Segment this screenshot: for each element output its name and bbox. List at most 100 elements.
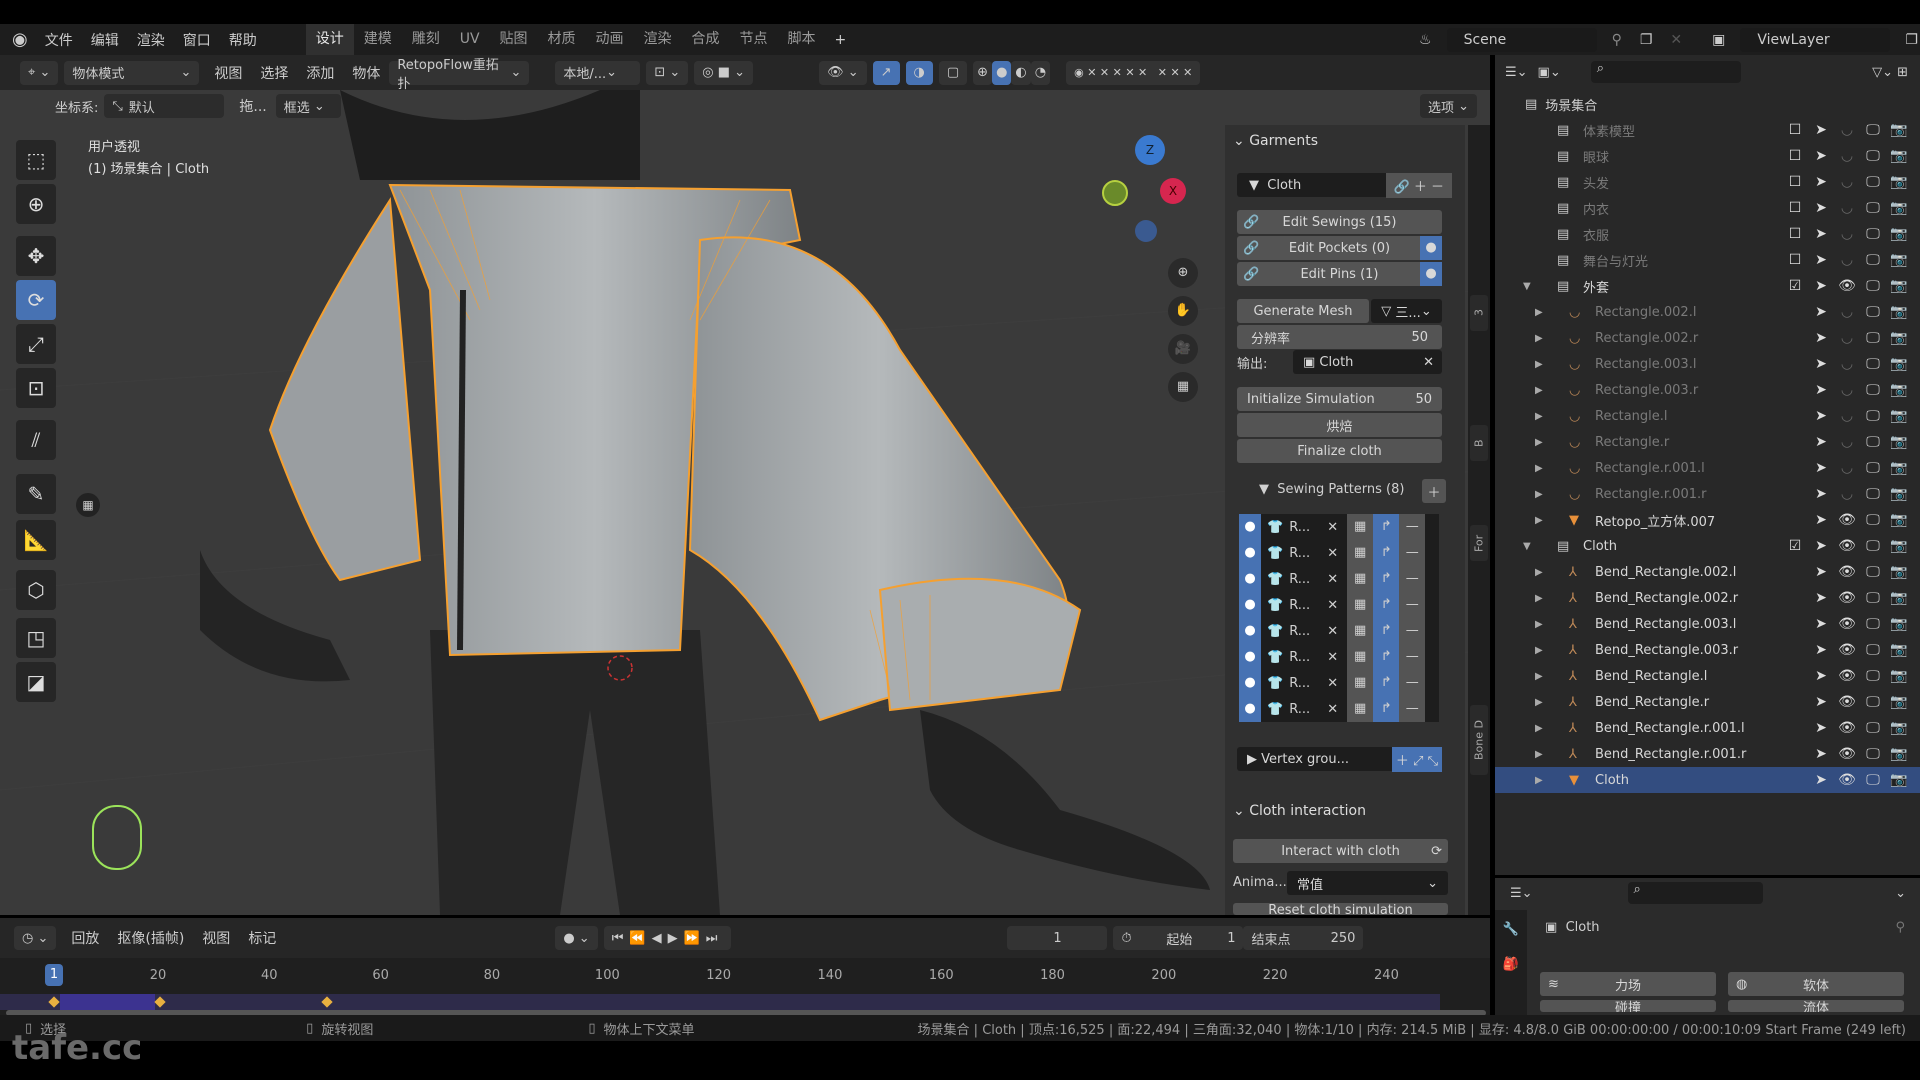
fluid-button[interactable]: 流体 xyxy=(1728,1000,1904,1012)
sewing-pattern-row[interactable]: ● 👕 R... ✕ ▦ ↱ — xyxy=(1239,670,1439,696)
select-arrow-icon[interactable]: ➤ xyxy=(1812,616,1830,632)
axis-z-icon[interactable]: Z xyxy=(1135,135,1165,165)
monitor-icon[interactable]: 🖵 xyxy=(1864,356,1882,372)
force-field-button[interactable]: ≋ 力场 xyxy=(1540,972,1716,996)
camera-icon[interactable]: 📷 xyxy=(1890,174,1908,190)
eye-icon[interactable]: 👁 xyxy=(1838,538,1856,554)
start-frame-field[interactable]: ⏱ 起始 1 xyxy=(1113,926,1244,950)
eye-icon[interactable]: ◡ xyxy=(1838,252,1856,268)
expand-arrow-icon[interactable]: ▶ xyxy=(1535,749,1543,760)
select-box-icon[interactable]: ⬚ xyxy=(16,140,56,180)
add-cube-icon[interactable]: ⬡ xyxy=(16,570,56,610)
record-button[interactable]: ● ⌄ xyxy=(555,926,598,950)
visibility-toggle-icon[interactable]: ● xyxy=(1239,644,1261,670)
eye-icon[interactable]: 👁 xyxy=(1838,746,1856,762)
pivot-dropdown[interactable]: 本地/... ⌄ xyxy=(555,60,641,85)
visibility-toggle-icon[interactable]: ● xyxy=(1239,540,1261,566)
curve-icon[interactable]: ↱ xyxy=(1373,566,1400,592)
monitor-icon[interactable]: 🖵 xyxy=(1864,512,1882,528)
outliner-item[interactable]: ▶ ◡ Rectangle.003.l ➤ ◡ 🖵 📷 xyxy=(1495,351,1920,377)
eye-icon[interactable]: 👁 xyxy=(1838,564,1856,580)
camera-icon[interactable]: 📷 xyxy=(1890,122,1908,138)
playhead[interactable]: 1 xyxy=(45,964,63,986)
camera-icon[interactable]: 📷 xyxy=(1890,512,1908,528)
overlay-button[interactable]: ◑ xyxy=(905,60,933,85)
monitor-icon[interactable]: 🖵 xyxy=(1864,668,1882,684)
mesh-grid-icon[interactable]: ▦ xyxy=(1347,618,1374,644)
remove-icon[interactable]: ✕ xyxy=(1327,520,1347,535)
expand-arrow-icon[interactable]: ▶ xyxy=(1535,723,1543,734)
outliner-item[interactable]: ▶ ⅄ Bend_Rectangle.002.l ➤ 👁 🖵 📷 xyxy=(1495,559,1920,585)
checkbox-icon[interactable]: ☑ xyxy=(1786,278,1804,294)
eye-icon[interactable]: ◡ xyxy=(1838,486,1856,502)
scale-icon[interactable]: ⤢ xyxy=(16,324,56,364)
camera-icon[interactable]: 📷 xyxy=(1890,304,1908,320)
sewing-pattern-row[interactable]: ● 👕 R... ✕ ▦ ↱ — xyxy=(1239,514,1439,540)
camera-icon[interactable]: 📷 xyxy=(1890,226,1908,242)
camera-icon[interactable]: 📷 xyxy=(1890,382,1908,398)
monitor-icon[interactable]: 🖵 xyxy=(1864,434,1882,450)
outliner-item[interactable]: ▤ 衣服 ☐ ➤ ◡ 🖵 📷 xyxy=(1495,221,1920,247)
visibility-toggle-icon[interactable]: ● xyxy=(1239,592,1261,618)
eye-icon[interactable]: 👁 xyxy=(1838,668,1856,684)
eye-icon[interactable]: 👁 xyxy=(1838,694,1856,710)
eye-icon[interactable]: ◡ xyxy=(1838,174,1856,190)
edit-pockets-button[interactable]: 🔗 Edit Pockets (0) ● xyxy=(1237,236,1442,260)
eye-icon[interactable]: ◡ xyxy=(1838,356,1856,372)
select-arrow-icon[interactable]: ➤ xyxy=(1812,486,1830,502)
initialize-simulation-button[interactable]: Initialize Simulation 50 xyxy=(1237,387,1442,411)
proportional-edit-button[interactable]: ◎ ■ ⌄ xyxy=(694,60,754,85)
outliner-item[interactable]: ▤ 眼球 ☐ ➤ ◡ 🖵 📷 xyxy=(1495,143,1920,169)
expand-arrow-icon[interactable]: ▶ xyxy=(1535,307,1543,318)
select-arrow-icon[interactable]: ➤ xyxy=(1812,564,1830,580)
select-arrow-icon[interactable]: ➤ xyxy=(1812,590,1830,606)
select-arrow-icon[interactable]: ➤ xyxy=(1812,382,1830,398)
remove-icon[interactable]: ✕ xyxy=(1327,650,1347,665)
axis-x-icon[interactable]: X xyxy=(1160,178,1186,204)
pin-icon[interactable]: ⚲ xyxy=(1895,920,1905,935)
expand-arrow-icon[interactable]: ▶ xyxy=(1535,697,1543,708)
refresh-icon[interactable]: ⟳ xyxy=(1431,844,1442,859)
minus-icon[interactable]: — xyxy=(1399,514,1426,540)
axis-neg-y-icon[interactable] xyxy=(1102,180,1128,206)
outliner-item[interactable]: ▤ 头发 ☐ ➤ ◡ 🖵 📷 xyxy=(1495,169,1920,195)
curve-icon[interactable]: ↱ xyxy=(1373,592,1400,618)
remove-icon[interactable]: ✕ xyxy=(1327,546,1347,561)
expand-arrow-icon[interactable]: ▶ xyxy=(1535,775,1543,786)
annotate-line-icon[interactable]: ⫽ xyxy=(16,420,56,460)
drag-dropdown[interactable]: 拖... xyxy=(230,96,275,116)
outliner-search-input[interactable]: ⌕ xyxy=(1590,61,1741,83)
expand-arrow-icon[interactable]: ▶ xyxy=(1535,411,1543,422)
monitor-icon[interactable]: 🖵 xyxy=(1864,148,1882,164)
blender-logo-icon[interactable]: ◉ xyxy=(0,29,36,50)
tab-workspace[interactable]: UV xyxy=(450,24,490,55)
camera-icon[interactable]: 📷 xyxy=(1890,616,1908,632)
snap-button[interactable]: ⊡ ⌄ xyxy=(646,60,689,85)
outliner-item[interactable]: ▶ ◡ Rectangle.002.l ➤ ◡ 🖵 📷 xyxy=(1495,299,1920,325)
expand-arrow-icon[interactable]: ▶ xyxy=(1535,333,1543,344)
eye-icon[interactable]: ◡ xyxy=(1838,330,1856,346)
shading-solid-button[interactable]: ● xyxy=(992,60,1012,85)
monitor-icon[interactable]: 🖵 xyxy=(1864,460,1882,476)
output-object-field[interactable]: ▣ Cloth ✕ xyxy=(1293,350,1442,374)
remove-icon[interactable]: ✕ xyxy=(1327,572,1347,587)
outliner-item[interactable]: ▶ ◡ Rectangle.r.001.l ➤ ◡ 🖵 📷 xyxy=(1495,455,1920,481)
resolution-field[interactable]: 分辨率 50 xyxy=(1237,325,1442,349)
scene-icon[interactable]: ♨ xyxy=(1410,32,1441,48)
sewing-pattern-row[interactable]: ● 👕 R... ✕ ▦ ↱ — xyxy=(1239,540,1439,566)
select-arrow-icon[interactable]: ➤ xyxy=(1812,538,1830,554)
select-arrow-icon[interactable]: ➤ xyxy=(1812,434,1830,450)
retopoflow-dropdown[interactable]: RetopoFlow重拓扑 ⌄ xyxy=(389,58,530,92)
end-frame-field[interactable]: 结束点 250 xyxy=(1243,926,1364,950)
eye-icon[interactable]: ◡ xyxy=(1838,460,1856,476)
visibility-button[interactable]: 👁 ⌄ xyxy=(819,60,867,85)
eye-icon[interactable]: 👁 xyxy=(1838,772,1856,788)
expand-arrow-icon[interactable]: ▶ xyxy=(1535,593,1543,604)
axis-neg-z-icon[interactable] xyxy=(1135,220,1157,242)
eye-icon[interactable]: ◡ xyxy=(1838,304,1856,320)
pan-hand-icon[interactable]: ✋ xyxy=(1168,296,1198,326)
editor-type-button[interactable]: ◷ ⌄ xyxy=(14,926,57,950)
select-arrow-icon[interactable]: ➤ xyxy=(1812,174,1830,190)
monitor-icon[interactable]: 🖵 xyxy=(1864,590,1882,606)
camera-icon[interactable]: 📷 xyxy=(1890,278,1908,294)
